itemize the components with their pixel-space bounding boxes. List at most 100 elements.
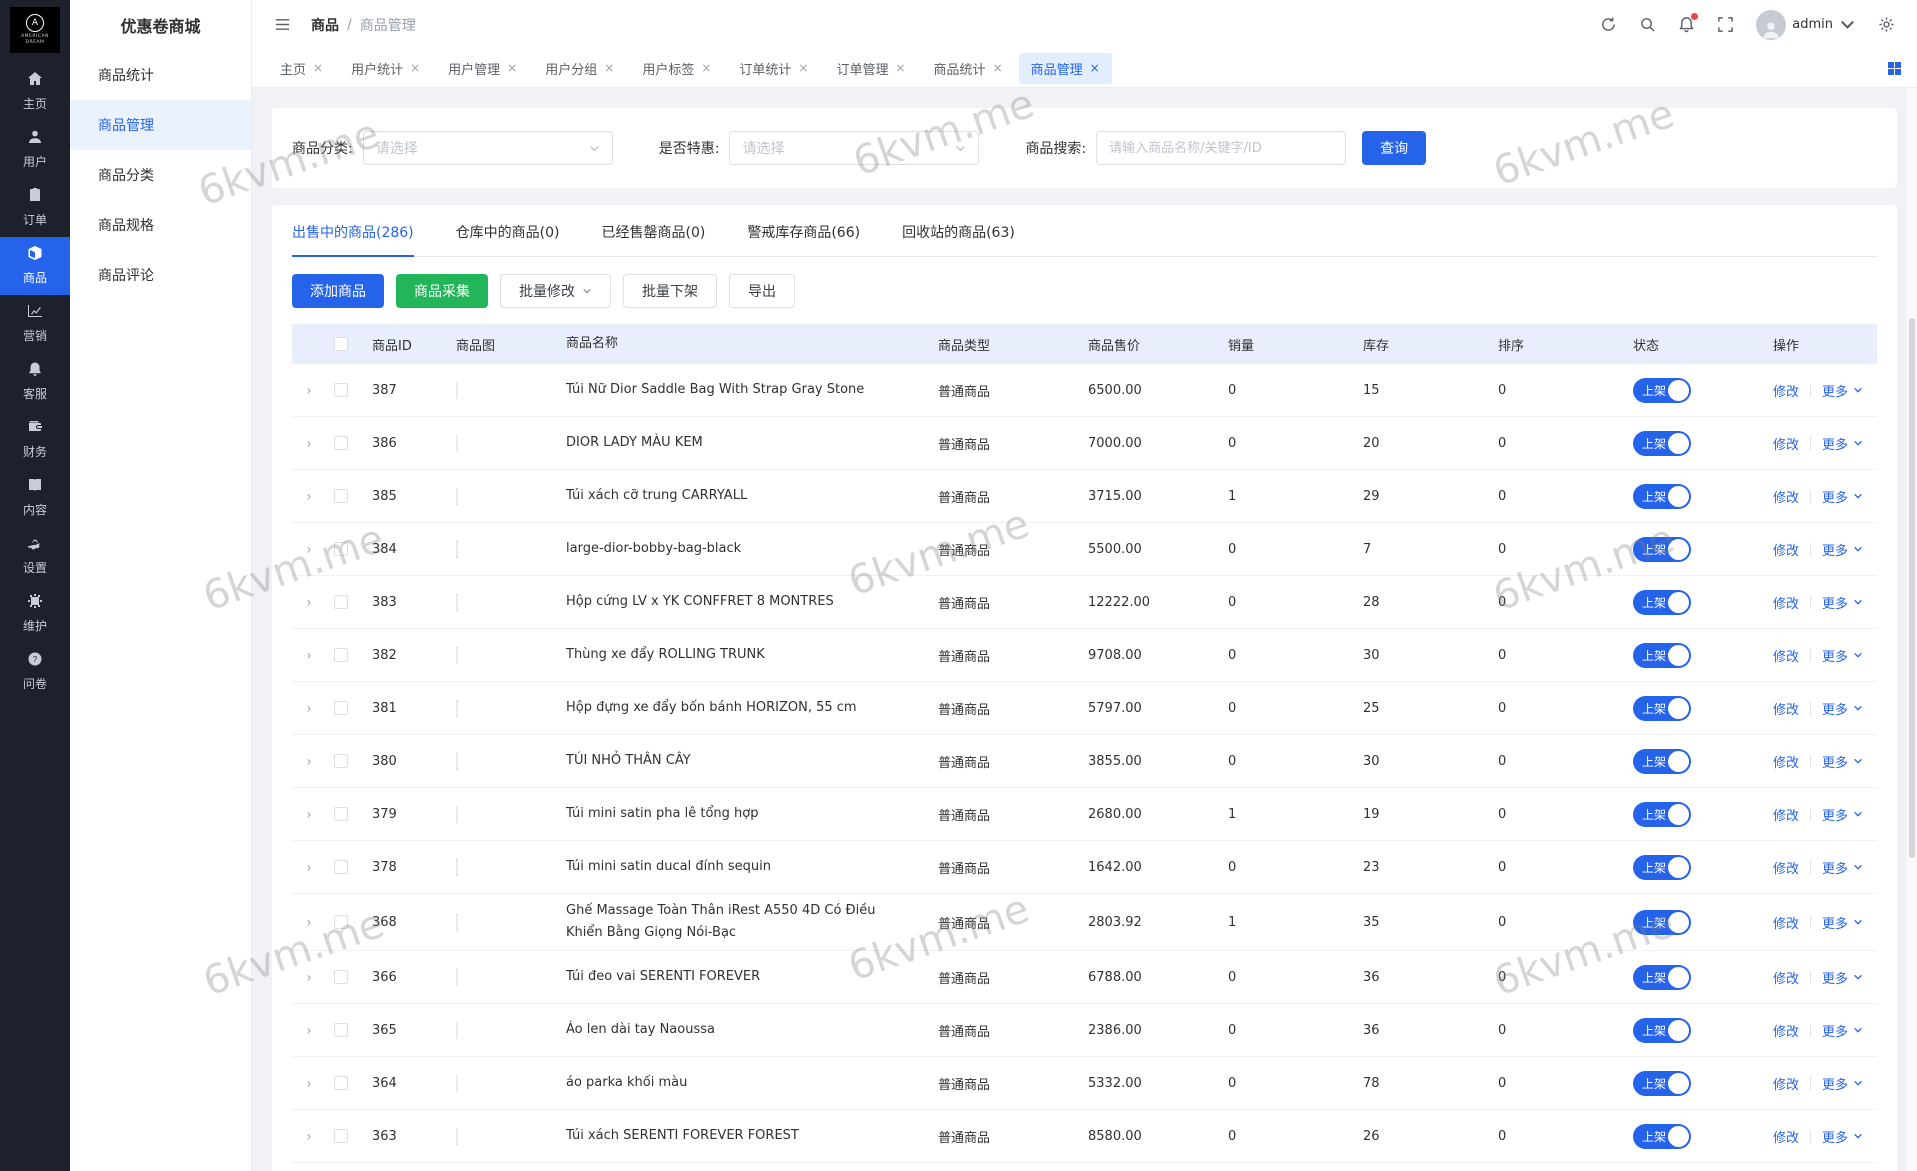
- row-checkbox[interactable]: [334, 970, 348, 984]
- row-checkbox[interactable]: [334, 542, 348, 556]
- edit-link[interactable]: 修改: [1773, 1074, 1799, 1093]
- onshelf-toggle[interactable]: 上架: [1633, 1018, 1691, 1043]
- onshelf-toggle[interactable]: 上架: [1633, 1124, 1691, 1149]
- onshelf-toggle[interactable]: 上架: [1633, 537, 1691, 562]
- expand-row-icon[interactable]: ›: [307, 594, 312, 611]
- row-checkbox[interactable]: [334, 754, 348, 768]
- row-checkbox[interactable]: [334, 648, 348, 662]
- open-tab-用户管理[interactable]: 用户管理 ×: [436, 53, 529, 84]
- row-checkbox[interactable]: [334, 860, 348, 874]
- row-checkbox[interactable]: [334, 595, 348, 609]
- row-checkbox[interactable]: [334, 701, 348, 715]
- open-tab-用户统计[interactable]: 用户统计 ×: [339, 53, 432, 84]
- open-tab-订单管理[interactable]: 订单管理 ×: [824, 53, 917, 84]
- row-checkbox[interactable]: [334, 1076, 348, 1090]
- open-tab-订单统计[interactable]: 订单统计 ×: [727, 53, 820, 84]
- user-menu[interactable]: admin: [1756, 10, 1856, 40]
- more-link[interactable]: 更多: [1822, 913, 1863, 932]
- sidebar-item-商品规格[interactable]: 商品规格: [70, 200, 251, 250]
- more-link[interactable]: 更多: [1822, 540, 1863, 559]
- scrollbar-thumb[interactable]: [1909, 318, 1915, 858]
- product-image[interactable]: [456, 382, 458, 399]
- expand-row-icon[interactable]: ›: [307, 753, 312, 770]
- expand-row-icon[interactable]: ›: [307, 859, 312, 876]
- more-link[interactable]: 更多: [1822, 1021, 1863, 1040]
- edit-link[interactable]: 修改: [1773, 805, 1799, 824]
- search-icon[interactable]: [1639, 16, 1656, 33]
- sidebar-item-商品评论[interactable]: 商品评论: [70, 250, 251, 300]
- export-button[interactable]: 导出: [729, 274, 795, 308]
- onshelf-toggle[interactable]: 上架: [1633, 590, 1691, 615]
- product-image[interactable]: [456, 647, 458, 664]
- sidebar-item-商品管理[interactable]: 商品管理: [70, 100, 251, 150]
- product-image[interactable]: [456, 859, 458, 876]
- product-search-input[interactable]: [1096, 131, 1346, 165]
- tab-close-icon[interactable]: ×: [895, 61, 905, 75]
- expand-row-icon[interactable]: ›: [307, 488, 312, 505]
- collect-product-button[interactable]: 商品采集: [396, 274, 488, 308]
- rail-item-主页[interactable]: 主页: [0, 63, 70, 121]
- rail-item-财务[interactable]: 财务: [0, 411, 70, 469]
- add-product-button[interactable]: 添加商品: [292, 274, 384, 308]
- rail-item-订单[interactable]: 订单: [0, 179, 70, 237]
- row-checkbox[interactable]: [334, 807, 348, 821]
- row-checkbox[interactable]: [334, 489, 348, 503]
- status-tab[interactable]: 出售中的商品(286): [292, 205, 414, 256]
- expand-row-icon[interactable]: ›: [307, 700, 312, 717]
- product-image[interactable]: [456, 806, 458, 823]
- tab-close-icon[interactable]: ×: [410, 61, 420, 75]
- rail-item-内容[interactable]: 内容: [0, 469, 70, 527]
- collapse-menu-icon[interactable]: [274, 16, 291, 33]
- more-link[interactable]: 更多: [1822, 434, 1863, 453]
- expand-row-icon[interactable]: ›: [307, 1022, 312, 1039]
- rail-item-设置[interactable]: 设置: [0, 527, 70, 585]
- product-image[interactable]: [456, 914, 458, 931]
- edit-link[interactable]: 修改: [1773, 540, 1799, 559]
- onshelf-toggle[interactable]: 上架: [1633, 910, 1691, 935]
- expand-row-icon[interactable]: ›: [307, 914, 312, 931]
- tab-close-icon[interactable]: ×: [1090, 61, 1100, 75]
- rail-item-维护[interactable]: 维护: [0, 585, 70, 643]
- product-image[interactable]: [456, 1075, 458, 1092]
- expand-row-icon[interactable]: ›: [307, 382, 312, 399]
- rail-item-问卷[interactable]: ? 问卷: [0, 643, 70, 701]
- onshelf-toggle[interactable]: 上架: [1633, 431, 1691, 456]
- expand-row-icon[interactable]: ›: [307, 435, 312, 452]
- tab-close-icon[interactable]: ×: [701, 61, 711, 75]
- edit-link[interactable]: 修改: [1773, 434, 1799, 453]
- more-link[interactable]: 更多: [1822, 381, 1863, 400]
- rail-item-商品[interactable]: 商品: [0, 237, 70, 295]
- notification-bell-icon[interactable]: [1678, 16, 1695, 33]
- page-scrollbar[interactable]: [1907, 88, 1917, 1171]
- expand-row-icon[interactable]: ›: [307, 1075, 312, 1092]
- batch-offshelf-button[interactable]: 批量下架: [623, 274, 717, 308]
- onshelf-toggle[interactable]: 上架: [1633, 855, 1691, 880]
- expand-row-icon[interactable]: ›: [307, 806, 312, 823]
- product-image[interactable]: [456, 594, 458, 611]
- select-all-checkbox[interactable]: [334, 337, 348, 351]
- onshelf-toggle[interactable]: 上架: [1633, 1071, 1691, 1096]
- product-image[interactable]: [456, 1022, 458, 1039]
- edit-link[interactable]: 修改: [1773, 913, 1799, 932]
- more-link[interactable]: 更多: [1822, 752, 1863, 771]
- more-link[interactable]: 更多: [1822, 593, 1863, 612]
- edit-link[interactable]: 修改: [1773, 858, 1799, 877]
- product-image[interactable]: [456, 541, 458, 558]
- onshelf-toggle[interactable]: 上架: [1633, 643, 1691, 668]
- row-checkbox[interactable]: [334, 383, 348, 397]
- onshelf-toggle[interactable]: 上架: [1633, 378, 1691, 403]
- product-image[interactable]: [456, 969, 458, 986]
- row-checkbox[interactable]: [334, 436, 348, 450]
- product-image[interactable]: [456, 1128, 458, 1145]
- tab-grid-icon[interactable]: [1888, 62, 1901, 75]
- row-checkbox[interactable]: [334, 1129, 348, 1143]
- expand-row-icon[interactable]: ›: [307, 541, 312, 558]
- rail-item-客服[interactable]: 客服: [0, 353, 70, 411]
- product-image[interactable]: [456, 435, 458, 452]
- product-image[interactable]: [456, 753, 458, 770]
- product-image[interactable]: [456, 488, 458, 505]
- fullscreen-icon[interactable]: [1717, 16, 1734, 33]
- onshelf-toggle[interactable]: 上架: [1633, 749, 1691, 774]
- tab-close-icon[interactable]: ×: [313, 61, 323, 75]
- more-link[interactable]: 更多: [1822, 968, 1863, 987]
